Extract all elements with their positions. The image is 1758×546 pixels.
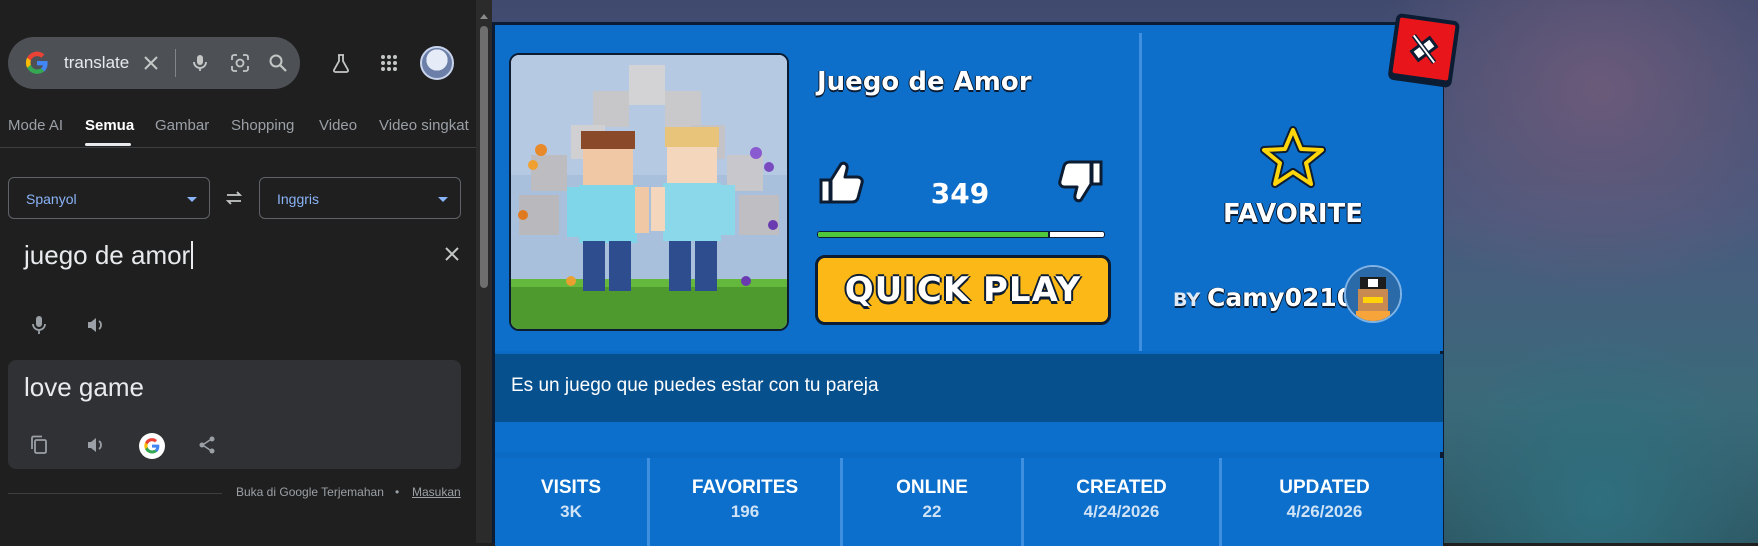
tab-semua[interactable]: Semua <box>85 117 134 134</box>
search-bar[interactable]: translate <box>8 37 300 89</box>
search-query-text[interactable]: translate <box>64 53 129 73</box>
game-thumbnail <box>509 53 789 331</box>
game-title: Juego de Amor <box>817 67 1032 97</box>
game-thumbnail-image <box>511 55 787 329</box>
stat-label: ONLINE <box>896 477 968 498</box>
lens-search-icon[interactable] <box>228 51 252 75</box>
close-modal-button[interactable] <box>1387 12 1461 86</box>
clear-search-icon[interactable] <box>139 51 163 75</box>
stats-gap <box>495 422 1443 452</box>
creator-name[interactable]: Camy0210 <box>1207 283 1354 312</box>
chevron-down-icon <box>438 197 448 202</box>
source-text-input[interactable]: juego de amor <box>24 240 194 271</box>
tab-video-singkat[interactable]: Video singkat <box>379 117 469 134</box>
source-text: juego de amor <box>24 240 191 270</box>
chevron-down-icon <box>187 197 197 202</box>
stat-label: CREATED <box>1076 477 1167 498</box>
by-label: BY <box>1173 289 1201 311</box>
modal-vertical-divider <box>1139 33 1142 351</box>
google-g-icon[interactable] <box>139 433 165 459</box>
source-language-label: Spanyol <box>26 191 77 207</box>
stat-value: 22 <box>922 502 942 521</box>
left-scrollbar[interactable] <box>476 0 492 543</box>
stat-value: 196 <box>730 502 760 521</box>
game-stats: VISITS 3K FAVORITES 196 ONLINE 22 CREATE… <box>495 458 1443 546</box>
stat-visits: VISITS 3K <box>495 458 647 546</box>
thumbs-down-icon[interactable] <box>1057 158 1105 206</box>
scroll-up-arrow-icon[interactable] <box>480 14 488 19</box>
account-avatar[interactable] <box>420 46 454 80</box>
search-icon[interactable] <box>266 51 290 75</box>
voice-search-icon[interactable] <box>188 51 212 75</box>
stat-label: FAVORITES <box>691 477 799 498</box>
source-language-select[interactable]: Spanyol <box>8 177 210 219</box>
stat-label: UPDATED <box>1279 477 1370 498</box>
footer-divider <box>8 493 222 494</box>
close-icon <box>1409 33 1439 65</box>
translation-result-text: love game <box>24 372 144 402</box>
speaker-icon[interactable] <box>83 433 107 457</box>
translation-result-card: love game <box>8 360 461 469</box>
thumbs-up-icon[interactable] <box>817 158 865 206</box>
stat-favorites: FAVORITES 196 <box>650 458 840 546</box>
tab-gambar[interactable]: Gambar <box>155 117 209 134</box>
open-in-translate-link[interactable]: Buka di Google Terjemahan <box>236 485 384 499</box>
text-cursor <box>191 241 194 269</box>
creator-avatar[interactable] <box>1344 265 1402 323</box>
microphone-icon[interactable] <box>27 313 51 337</box>
stat-online: ONLINE 22 <box>843 458 1021 546</box>
tab-shopping[interactable]: Shopping <box>231 117 294 134</box>
clear-source-icon[interactable] <box>440 242 464 266</box>
stat-created: CREATED 4/24/2026 <box>1024 458 1219 546</box>
quick-play-button[interactable]: QUICK PLAY <box>815 255 1111 325</box>
tab-mode-ai[interactable]: Mode AI <box>8 117 63 134</box>
stat-value: 3K <box>560 502 582 521</box>
scrollbar-thumb[interactable] <box>480 26 488 288</box>
active-tab-indicator <box>85 143 131 146</box>
like-ratio-bar <box>817 231 1105 238</box>
copy-icon[interactable] <box>27 433 51 457</box>
apps-grid-icon[interactable] <box>376 50 402 76</box>
modal-header: Juego de Amor 349 QUICK PLAY FAVORITE BY… <box>495 25 1443 351</box>
stat-value: 4/24/2026 <box>1083 502 1160 521</box>
speaker-icon[interactable] <box>83 313 107 337</box>
tab-video[interactable]: Video <box>319 117 357 134</box>
game-details-modal: Juego de Amor 349 QUICK PLAY FAVORITE BY… <box>492 22 1444 546</box>
target-language-select[interactable]: Inggris <box>259 177 461 219</box>
footer-separator: • <box>395 485 400 499</box>
search-panel: translate Mode AI Semua Gambar Shopping … <box>0 0 492 543</box>
target-language-label: Inggris <box>277 191 320 207</box>
labs-flask-icon[interactable] <box>328 50 354 76</box>
stat-updated: UPDATED 4/26/2026 <box>1222 458 1427 546</box>
game-description: Es un juego que puedes estar con tu pare… <box>495 354 1443 422</box>
favorite-label[interactable]: FAVORITE <box>1185 199 1401 229</box>
tabs-divider <box>0 147 476 148</box>
pill-divider <box>175 49 176 77</box>
favorite-star-icon[interactable] <box>1260 126 1326 188</box>
stat-label: VISITS <box>540 477 602 498</box>
swap-languages-icon[interactable] <box>222 186 246 210</box>
like-ratio-fill <box>818 232 1050 237</box>
share-icon[interactable] <box>195 433 219 457</box>
background-cloud <box>1440 330 1758 543</box>
feedback-link[interactable]: Masukan <box>412 485 461 499</box>
google-logo-icon <box>25 51 48 74</box>
stat-value: 4/26/2026 <box>1286 502 1363 521</box>
likes-count: 349 <box>930 177 990 210</box>
